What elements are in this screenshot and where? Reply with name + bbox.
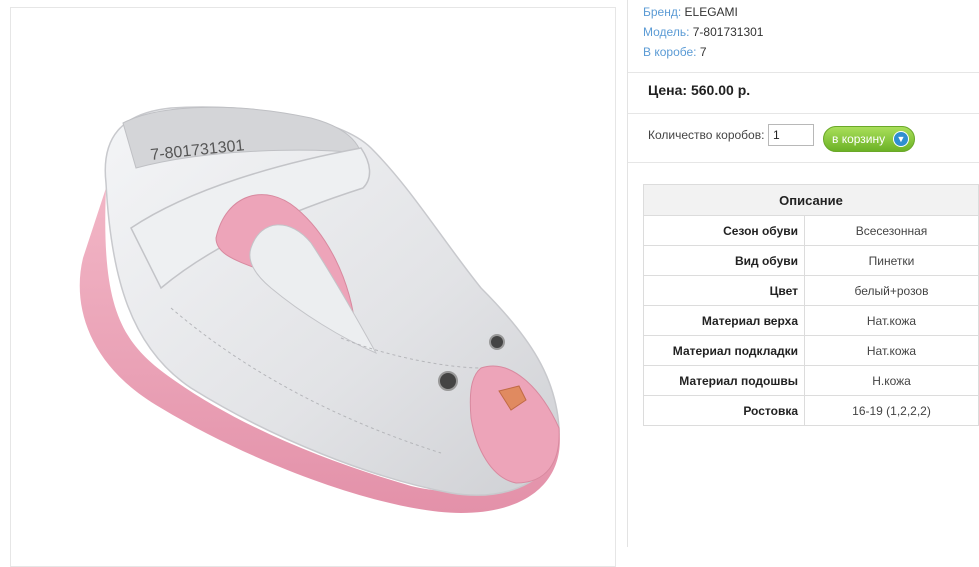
box-value: 7 xyxy=(699,45,707,59)
divider xyxy=(628,113,979,114)
spec-name: Материал подкладки xyxy=(643,335,805,366)
model-value: 7-801731301 xyxy=(692,25,764,39)
spec-name: Материал подошвы xyxy=(643,365,805,396)
spec-value: Нат.кожа xyxy=(804,335,979,366)
table-row: Материал подошвы Н.кожа xyxy=(643,365,979,396)
table-row: Материал подкладки Нат.кожа xyxy=(643,335,979,366)
add-to-cart-button[interactable]: в корзину ▼ xyxy=(823,126,915,152)
spec-value: белый+розов xyxy=(804,275,979,306)
divider xyxy=(628,72,979,73)
spec-value: 16-19 (1,2,2,2) xyxy=(804,395,979,426)
table-row: Вид обуви Пинетки xyxy=(643,245,979,276)
model-row: Модель: 7-801731301 xyxy=(643,22,763,42)
brand-value: ELEGAMI xyxy=(684,5,738,19)
product-photo[interactable]: 7-801731301 xyxy=(10,7,616,567)
baby-shoe-image: 7-801731301 xyxy=(79,106,560,513)
table-row: Ростовка 16-19 (1,2,2,2) xyxy=(643,395,979,426)
box-row: В коробе: 7 xyxy=(643,42,707,62)
quantity-label: Количество коробов: xyxy=(648,128,765,142)
divider xyxy=(628,162,979,163)
table-row: Сезон обуви Всесезонная xyxy=(643,215,979,246)
quantity-input[interactable] xyxy=(768,124,814,146)
spec-name: Цвет xyxy=(643,275,805,306)
price: Цена: 560.00 р. xyxy=(648,82,751,98)
box-label: В коробе: xyxy=(643,45,697,59)
spec-name: Сезон обуви xyxy=(643,215,805,246)
brand-row: Бренд: ELEGAMI xyxy=(643,2,738,22)
spec-value: Пинетки xyxy=(804,245,979,276)
cart-icon: ▼ xyxy=(893,131,909,147)
spec-name: Ростовка xyxy=(643,395,805,426)
table-row: Материал верха Нат.кожа xyxy=(643,305,979,336)
spec-name: Материал верха xyxy=(643,305,805,336)
specs-title: Описание xyxy=(643,184,979,216)
spec-name: Вид обуви xyxy=(643,245,805,276)
spec-value: Н.кожа xyxy=(804,365,979,396)
cart-button-label: в корзину xyxy=(832,132,886,146)
table-row: Цвет белый+розов xyxy=(643,275,979,306)
brand-label: Бренд: xyxy=(643,5,682,19)
spec-value: Всесезонная xyxy=(804,215,979,246)
specs-table: Описание Сезон обуви Всесезонная Вид обу… xyxy=(643,184,979,426)
spec-value: Нат.кожа xyxy=(804,305,979,336)
column-divider xyxy=(627,0,628,547)
model-label: Модель: xyxy=(643,25,690,39)
